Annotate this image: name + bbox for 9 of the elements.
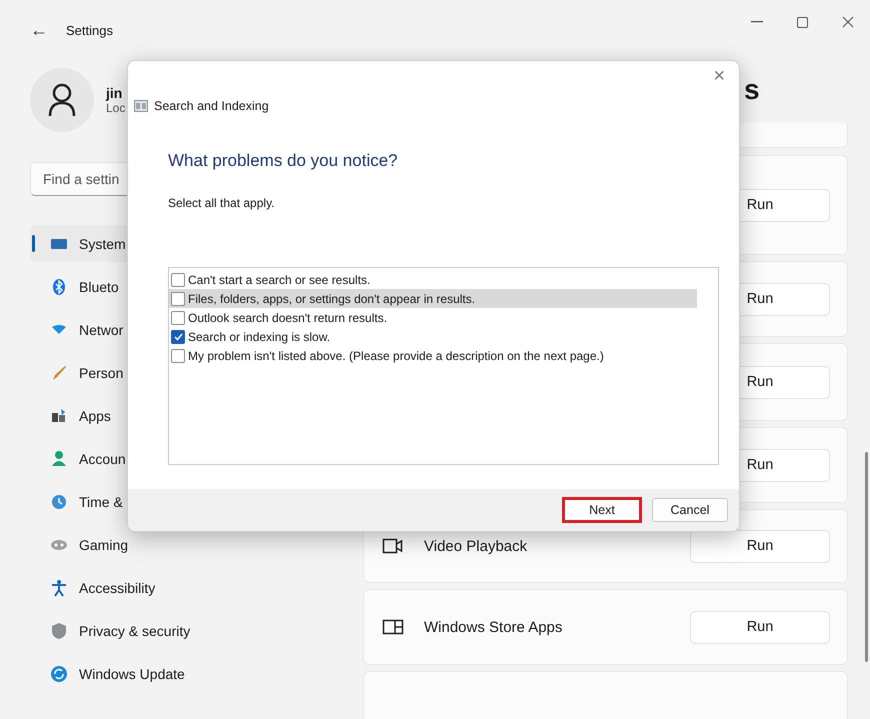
instruction-text: Select all that apply. (168, 196, 276, 210)
troubleshooter-name: Video Playback (424, 538, 528, 554)
troubleshooter-name: Windows Store Apps (424, 618, 564, 636)
window-title: Settings (66, 22, 113, 38)
page-heading: s (744, 74, 760, 107)
dialog-heading: What problems do you notice? (168, 151, 399, 171)
dialog-title: Search and Indexing (154, 99, 269, 113)
user-name: jin (106, 85, 124, 101)
account-type: Loc (106, 101, 126, 115)
